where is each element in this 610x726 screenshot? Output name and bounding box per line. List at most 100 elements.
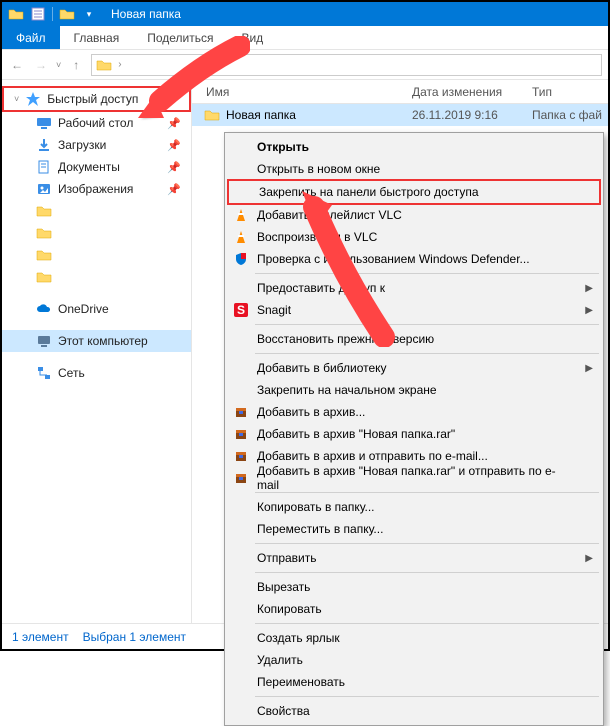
winrar-icon — [233, 470, 249, 486]
back-button[interactable]: ← — [8, 58, 26, 72]
sidebar-item-folder[interactable] — [2, 244, 191, 266]
qat-chevron-icon[interactable]: ▾ — [81, 6, 97, 22]
ctx-winrar-add[interactable]: Добавить в архив... — [227, 401, 601, 423]
sidebar-this-pc[interactable]: Этот компьютер — [2, 330, 191, 352]
forward-button[interactable]: → — [32, 58, 50, 72]
ctx-cut[interactable]: Вырезать — [227, 576, 601, 598]
ctx-copy-to[interactable]: Копировать в папку... — [227, 496, 601, 518]
pin-icon: 📌 — [167, 139, 181, 152]
ctx-move-to[interactable]: Переместить в папку... — [227, 518, 601, 540]
folder-icon — [36, 203, 52, 219]
folder-icon — [36, 225, 52, 241]
computer-icon — [36, 333, 52, 349]
shield-icon — [233, 251, 249, 267]
ctx-pin-quick-access[interactable]: Закрепить на панели быстрого доступа — [229, 181, 599, 203]
sidebar-item-label: Изображения — [58, 182, 133, 196]
ctx-rename[interactable]: Переименовать — [227, 671, 601, 693]
cloud-icon — [36, 301, 52, 317]
status-selected: Выбран 1 элемент — [83, 630, 186, 644]
chevron-right-icon: ▶ — [585, 363, 593, 374]
pin-icon: 📌 — [167, 183, 181, 196]
documents-icon — [36, 159, 52, 175]
up-button[interactable]: ↑ — [67, 58, 85, 72]
context-menu: Открыть Открыть в новом окне Закрепить н… — [224, 132, 604, 726]
pin-icon: 📌 — [167, 161, 181, 174]
ctx-defender[interactable]: Проверка с использованием Windows Defend… — [227, 248, 601, 270]
folder-icon — [36, 247, 52, 263]
ctx-shortcut[interactable]: Создать ярлык — [227, 627, 601, 649]
tab-share[interactable]: Поделиться — [133, 26, 227, 49]
chevron-right-icon[interactable]: › — [118, 59, 121, 70]
sidebar-onedrive[interactable]: OneDrive — [2, 298, 191, 320]
sidebar-item-desktop[interactable]: Рабочий стол 📌 — [2, 112, 191, 134]
ctx-vlc-play[interactable]: Воспроизвести в VLC — [227, 226, 601, 248]
star-icon — [25, 91, 41, 107]
downloads-icon — [36, 137, 52, 153]
ctx-add-library[interactable]: Добавить в библиотеку▶ — [227, 357, 601, 379]
sidebar-item-folder[interactable] — [2, 266, 191, 288]
file-row[interactable]: Новая папка 26.11.2019 9:16 Папка с фай — [192, 104, 608, 126]
sidebar-item-folder[interactable] — [2, 200, 191, 222]
tab-file[interactable]: Файл — [2, 26, 60, 49]
ctx-share-access[interactable]: Предоставить доступ к▶ — [227, 277, 601, 299]
row-date: 26.11.2019 9:16 — [412, 108, 532, 122]
address-bar[interactable]: › — [91, 54, 602, 76]
pictures-icon — [36, 181, 52, 197]
recent-chevron-icon[interactable]: ˅ — [56, 60, 61, 70]
sidebar-item-pictures[interactable]: Изображения 📌 — [2, 178, 191, 200]
ribbon: Файл Главная Поделиться Вид — [2, 26, 608, 50]
ctx-winrar-name-email[interactable]: Добавить в архив "Новая папка.rar" и отп… — [227, 467, 601, 489]
network-icon — [36, 365, 52, 381]
ctx-winrar-add-name[interactable]: Добавить в архив "Новая папка.rar" — [227, 423, 601, 445]
nav-bar: ← → ˅ ↑ › — [2, 50, 608, 80]
vlc-icon — [233, 229, 249, 245]
ctx-snagit[interactable]: SSnagit▶ — [227, 299, 601, 321]
network-label: Сеть — [58, 366, 85, 380]
sidebar-item-folder[interactable] — [2, 222, 191, 244]
properties-icon[interactable] — [30, 6, 46, 22]
sidebar: ˅ Быстрый доступ Рабочий стол 📌 Загрузки… — [2, 80, 192, 623]
sidebar-network[interactable]: Сеть — [2, 362, 191, 384]
col-name[interactable]: Имя — [192, 85, 412, 99]
row-name: Новая папка — [226, 108, 296, 122]
ctx-open-new-window[interactable]: Открыть в новом окне — [227, 158, 601, 180]
col-type[interactable]: Тип — [532, 85, 608, 99]
folder-icon — [36, 269, 52, 285]
tab-home[interactable]: Главная — [60, 26, 134, 49]
chevron-right-icon: ▶ — [585, 305, 593, 316]
ctx-send-to[interactable]: Отправить▶ — [227, 547, 601, 569]
col-date[interactable]: Дата изменения — [412, 85, 532, 99]
folder-icon — [96, 57, 112, 73]
status-count: 1 элемент — [12, 630, 69, 644]
ctx-restore-version[interactable]: Восстановить прежнюю версию — [227, 328, 601, 350]
titlebar: ▾ Новая папка — [2, 2, 608, 26]
window-title: Новая папка — [111, 7, 181, 21]
pin-icon: 📌 — [167, 117, 181, 130]
sidebar-item-label: Рабочий стол — [58, 116, 133, 130]
folder-icon — [204, 107, 220, 123]
ctx-properties[interactable]: Свойства — [227, 700, 601, 722]
svg-text:S: S — [237, 303, 245, 317]
tab-view[interactable]: Вид — [227, 26, 277, 49]
chevron-right-icon: ▶ — [585, 283, 593, 294]
sidebar-item-label: Документы — [58, 160, 120, 174]
snagit-icon: S — [233, 302, 249, 318]
winrar-icon — [233, 404, 249, 420]
vlc-icon — [233, 207, 249, 223]
column-headers: Имя Дата изменения Тип — [192, 80, 608, 104]
sidebar-item-documents[interactable]: Документы 📌 — [2, 156, 191, 178]
ctx-delete[interactable]: Удалить — [227, 649, 601, 671]
ctx-vlc-playlist[interactable]: Добавить в плейлист VLC — [227, 204, 601, 226]
winrar-icon — [233, 448, 249, 464]
sidebar-item-label: Загрузки — [58, 138, 106, 152]
winrar-icon — [233, 426, 249, 442]
new-folder-icon[interactable] — [59, 6, 75, 22]
ctx-copy[interactable]: Копировать — [227, 598, 601, 620]
chevron-down-icon[interactable]: ˅ — [14, 94, 19, 104]
ctx-open[interactable]: Открыть — [227, 136, 601, 158]
ctx-pin-start[interactable]: Закрепить на начальном экране — [227, 379, 601, 401]
sidebar-quick-access[interactable]: ˅ Быстрый доступ — [0, 88, 189, 110]
onedrive-label: OneDrive — [58, 302, 109, 316]
folder-icon — [8, 6, 24, 22]
sidebar-item-downloads[interactable]: Загрузки 📌 — [2, 134, 191, 156]
